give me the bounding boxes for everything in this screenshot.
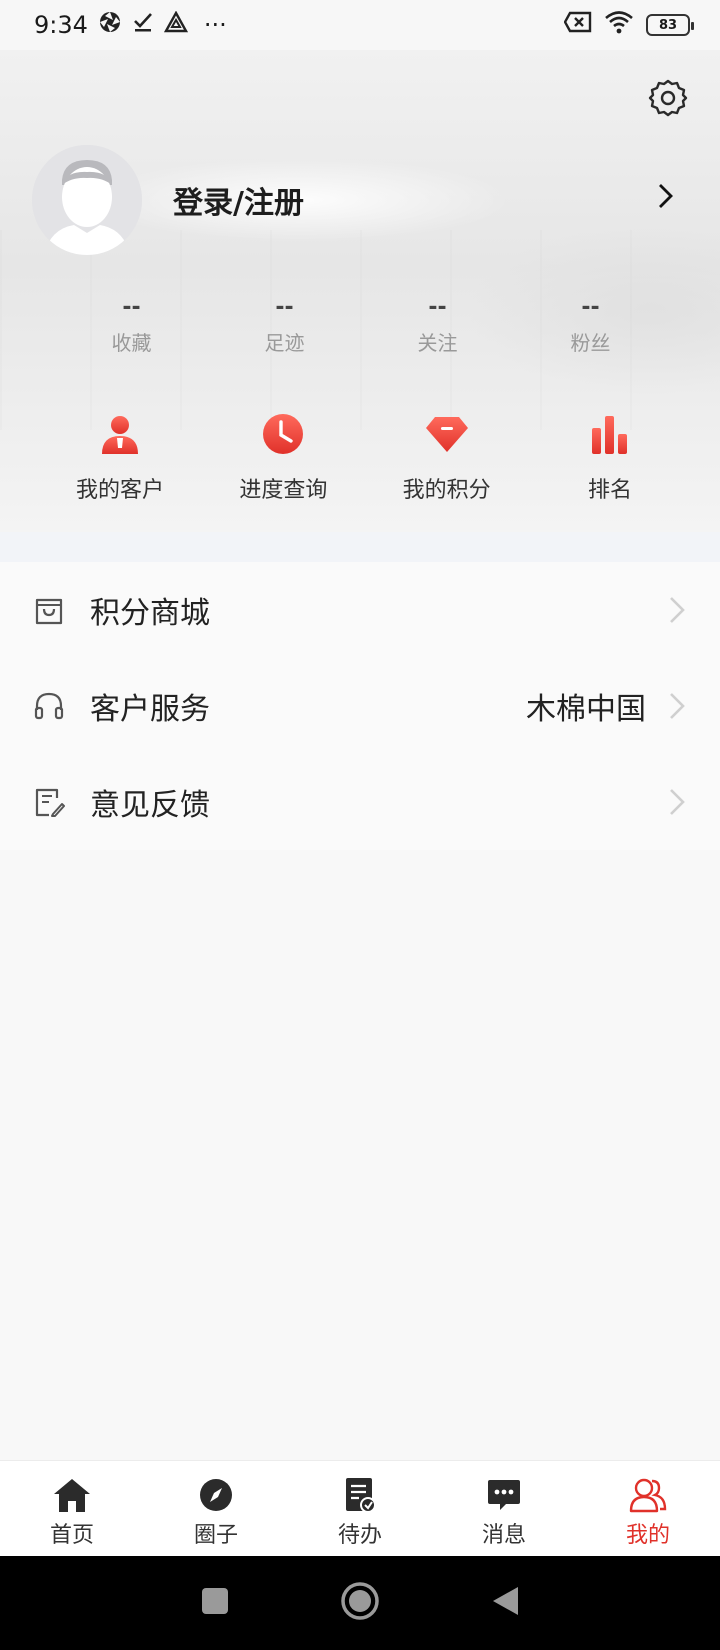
stat-label: 粉丝	[570, 331, 611, 355]
clock-icon	[259, 410, 307, 458]
bottom-tab-bar: 首页 圈子 待办 消息 我的	[0, 1460, 720, 1556]
menu-list: 积分商城 客户服务 木棉中国 意见反馈	[0, 562, 720, 850]
message-icon	[484, 1475, 524, 1515]
profile-header: 登录/注册 -- 收藏 -- 足迹 -- 关注 -- 粉丝 我的客户 进度查询 …	[0, 50, 720, 532]
avatar[interactable]	[32, 145, 142, 255]
tab-label: 圈子	[193, 1523, 238, 1548]
quick-label: 我的客户	[75, 478, 164, 503]
triangle-icon	[163, 10, 188, 39]
login-register-title[interactable]: 登录/注册	[173, 178, 304, 222]
wifi-icon	[604, 10, 634, 40]
tab-messages[interactable]: 消息	[432, 1461, 576, 1556]
check-icon	[132, 11, 154, 39]
menu-item-points-mall[interactable]: 积分商城	[0, 562, 720, 658]
stat-value: --	[428, 295, 447, 320]
menu-label: 客户服务	[90, 692, 210, 727]
status-more: ···	[203, 11, 227, 39]
headset-icon	[32, 689, 66, 723]
back-button[interactable]	[490, 1585, 520, 1621]
quick-my-customers[interactable]: 我的客户	[40, 410, 200, 504]
chevron-right-icon	[664, 782, 686, 822]
stat-label: 足迹	[264, 331, 305, 355]
chevron-right-icon	[664, 686, 686, 726]
bar-chart-icon	[586, 410, 634, 458]
tab-label: 消息	[481, 1523, 526, 1548]
stat-fans[interactable]: -- 粉丝	[514, 295, 667, 356]
quick-my-points[interactable]: 我的积分	[367, 410, 527, 504]
quick-label: 排名	[587, 478, 632, 503]
menu-item-customer-service[interactable]: 客户服务 木棉中国	[0, 658, 720, 754]
aperture-icon	[98, 10, 122, 40]
chevron-right-icon	[664, 590, 686, 630]
quick-label: 进度查询	[239, 478, 328, 503]
battery-icon: 83	[646, 14, 694, 36]
stat-value: --	[581, 295, 600, 320]
status-bar: 9:34 ··· 83	[0, 0, 720, 50]
section-divider	[0, 532, 720, 562]
tab-mine[interactable]: 我的	[576, 1461, 720, 1556]
shopping-bag-icon	[32, 593, 66, 627]
quick-progress-query[interactable]: 进度查询	[203, 410, 363, 504]
sim-off-icon	[563, 11, 592, 39]
quick-ranking[interactable]: 排名	[530, 410, 690, 504]
tab-label: 待办	[337, 1523, 382, 1548]
menu-label: 积分商城	[90, 596, 210, 631]
system-navigation-bar	[0, 1556, 720, 1650]
recent-apps-button[interactable]	[200, 1586, 230, 1620]
compass-icon	[196, 1475, 236, 1515]
settings-button[interactable]	[646, 78, 690, 122]
stat-favorites[interactable]: -- 收藏	[55, 295, 208, 356]
tab-home[interactable]: 首页	[0, 1461, 144, 1556]
tab-label: 我的	[625, 1523, 670, 1548]
chevron-right-icon	[657, 182, 675, 214]
menu-label: 意见反馈	[90, 788, 210, 823]
quick-label: 我的积分	[402, 478, 491, 503]
customer-icon	[96, 410, 144, 458]
menu-value: 木棉中国	[526, 692, 646, 727]
login-arrow[interactable]	[650, 178, 682, 218]
tab-todo[interactable]: 待办	[288, 1461, 432, 1556]
user-icon	[628, 1475, 668, 1515]
stat-label: 收藏	[111, 331, 152, 355]
home-icon	[52, 1475, 92, 1515]
home-button[interactable]	[340, 1581, 380, 1625]
tab-circle[interactable]: 圈子	[144, 1461, 288, 1556]
diamond-icon	[423, 410, 471, 458]
stat-footprints[interactable]: -- 足迹	[208, 295, 361, 356]
stats-row: -- 收藏 -- 足迹 -- 关注 -- 粉丝	[55, 295, 667, 356]
feedback-edit-icon	[32, 785, 66, 819]
quick-actions: 我的客户 进度查询 我的积分 排名	[40, 410, 690, 504]
stat-label: 关注	[417, 331, 458, 355]
gear-icon	[648, 78, 688, 122]
menu-item-feedback[interactable]: 意见反馈	[0, 754, 720, 850]
stat-value: --	[122, 295, 141, 320]
tab-label: 首页	[49, 1523, 94, 1548]
status-time: 9:34	[34, 11, 88, 39]
todo-icon	[340, 1475, 380, 1515]
stat-value: --	[275, 295, 294, 320]
stat-following[interactable]: -- 关注	[361, 295, 514, 356]
